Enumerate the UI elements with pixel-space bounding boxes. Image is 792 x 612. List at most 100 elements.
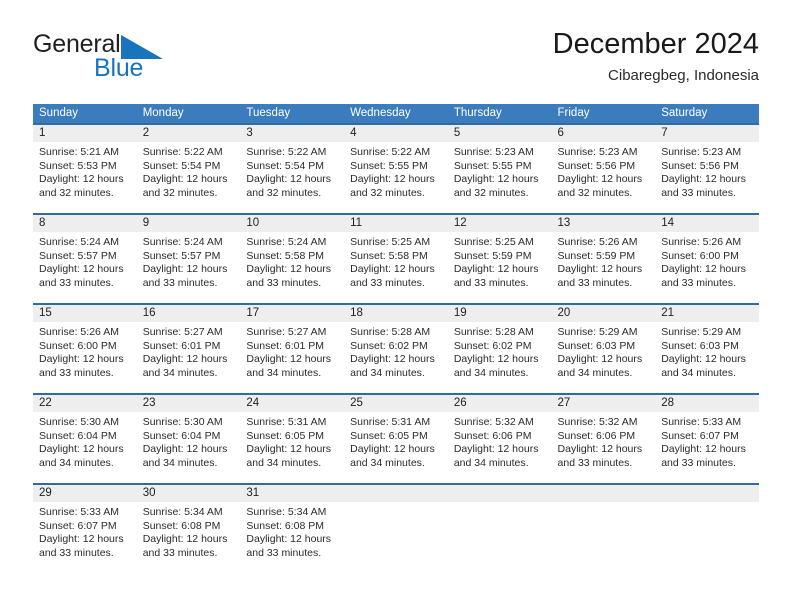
weekday-header-monday: Monday <box>136 104 241 124</box>
day-details: Sunrise: 5:29 AM Sunset: 6:03 PM Daylight:… <box>655 322 759 380</box>
calendar-day-cell[interactable]: 8 Sunrise: 5:24 AM Sunset: 5:57 PM Daylight… <box>33 213 137 304</box>
daylight-duration-line2: and 33 minutes. <box>142 276 218 289</box>
day-number: 19 <box>447 305 552 322</box>
day-details: Sunrise: 5:33 AM Sunset: 6:07 PM Daylight:… <box>33 502 137 560</box>
calendar-day-cell[interactable]: 9 Sunrise: 5:24 AM Sunset: 5:57 PM Daylight… <box>136 213 241 304</box>
day-number: 15 <box>33 305 137 322</box>
daylight-duration-line1: Daylight: 12 hours <box>453 263 539 276</box>
daylight-duration-line2: and 33 minutes. <box>39 366 114 379</box>
daylight-duration-line1: Daylight: 12 hours <box>350 443 435 456</box>
daylight-duration-line1: Daylight: 12 hours <box>246 353 332 366</box>
calendar-day-cell[interactable]: 21 Sunrise: 5:29 AM Sunset: 6:03 PM Dayligh… <box>655 303 759 394</box>
sunrise-time: Sunrise: 5:26 AM <box>39 326 119 338</box>
calendar-day-cell[interactable]: 31 Sunrise: 5:34 AM Sunset: 6:08 PM Dayligh… <box>240 483 345 574</box>
weekday-header-sunday: Sunday <box>33 104 137 124</box>
daylight-duration-line2: and 33 minutes. <box>661 186 736 199</box>
calendar-table: Sunday Monday Tuesday Wednesday Thursday… <box>33 104 759 574</box>
sunset-time: Sunset: 6:04 PM <box>142 429 221 442</box>
calendar-day-cell[interactable]: 18 Sunrise: 5:28 AM Sunset: 6:02 PM Dayligh… <box>344 303 448 394</box>
sunset-time: Sunset: 5:54 PM <box>142 159 221 172</box>
sunrise-time: Sunrise: 5:34 AM <box>246 506 327 518</box>
calendar-day-cell[interactable]: 25 Sunrise: 5:31 AM Sunset: 6:05 PM Dayligh… <box>344 393 448 484</box>
calendar-day-cell[interactable]: 13 Sunrise: 5:26 AM Sunset: 5:59 PM Dayligh… <box>551 213 656 304</box>
day-details: Sunrise: 5:24 AM Sunset: 5:58 PM Daylight:… <box>240 232 344 290</box>
calendar-page: General Blue December 2024 Cibaregbeg, I… <box>0 0 792 612</box>
daylight-duration-line1: Daylight: 12 hours <box>661 263 746 276</box>
calendar-header-row: Sunday Monday Tuesday Wednesday Thursday… <box>33 104 759 124</box>
calendar-day-cell[interactable]: 11 Sunrise: 5:25 AM Sunset: 5:58 PM Dayligh… <box>344 213 448 304</box>
calendar-day-cell[interactable]: 1 Sunrise: 5:21 AM Sunset: 5:53 PM Daylight… <box>33 123 137 214</box>
calendar-day-cell[interactable]: 23 Sunrise: 5:30 AM Sunset: 6:04 PM Dayligh… <box>136 393 241 484</box>
sunrise-time: Sunrise: 5:33 AM <box>39 506 119 518</box>
calendar-day-cell[interactable]: 4 Sunrise: 5:22 AM Sunset: 5:55 PM Daylight… <box>344 123 448 214</box>
day-details: Sunrise: 5:28 AM Sunset: 6:02 PM Daylight:… <box>344 322 448 380</box>
calendar-day-cell[interactable]: 28 Sunrise: 5:33 AM Sunset: 6:07 PM Dayligh… <box>655 393 759 484</box>
day-details: Sunrise: 5:34 AM Sunset: 6:08 PM Daylight:… <box>137 502 241 560</box>
daylight-duration-line1: Daylight: 12 hours <box>557 353 643 366</box>
calendar-day-cell[interactable]: 22 Sunrise: 5:30 AM Sunset: 6:04 PM Dayligh… <box>33 393 137 484</box>
day-details: Sunrise: 5:26 AM Sunset: 6:00 PM Daylight:… <box>655 232 759 290</box>
sunset-time: Sunset: 5:56 PM <box>557 159 636 172</box>
sunrise-time: Sunrise: 5:32 AM <box>453 416 534 428</box>
sunrise-time: Sunrise: 5:24 AM <box>39 236 119 248</box>
calendar-week-row: 15 Sunrise: 5:26 AM Sunset: 6:00 PM Dayligh… <box>33 303 759 394</box>
calendar-day-cell[interactable]: 17 Sunrise: 5:27 AM Sunset: 6:01 PM Dayligh… <box>240 303 345 394</box>
calendar-day-cell[interactable]: 12 Sunrise: 5:25 AM Sunset: 5:59 PM Dayligh… <box>447 213 552 304</box>
daylight-duration-line1: Daylight: 12 hours <box>142 353 228 366</box>
calendar-day-cell[interactable]: 16 Sunrise: 5:27 AM Sunset: 6:01 PM Dayligh… <box>136 303 241 394</box>
daylight-duration-line2: and 33 minutes. <box>39 546 114 559</box>
calendar-day-cell[interactable]: 6 Sunrise: 5:23 AM Sunset: 5:56 PM Daylight… <box>551 123 656 214</box>
calendar-day-cell[interactable]: 10 Sunrise: 5:24 AM Sunset: 5:58 PM Dayligh… <box>240 213 345 304</box>
calendar-day-cell[interactable]: 29 Sunrise: 5:33 AM Sunset: 6:07 PM Dayligh… <box>33 483 137 574</box>
day-number: 25 <box>344 395 448 412</box>
day-number: 24 <box>240 395 345 412</box>
sunset-time: Sunset: 6:00 PM <box>661 249 739 262</box>
day-number: 27 <box>551 395 656 412</box>
sunrise-time: Sunrise: 5:32 AM <box>557 416 638 428</box>
day-details: Sunrise: 5:34 AM Sunset: 6:08 PM Daylight:… <box>240 502 344 560</box>
day-details: Sunrise: 5:27 AM Sunset: 6:01 PM Daylight:… <box>240 322 344 380</box>
day-number: 7 <box>655 125 759 142</box>
sunset-time: Sunset: 5:59 PM <box>453 249 532 262</box>
day-number: 8 <box>33 215 137 232</box>
day-number: 18 <box>344 305 448 322</box>
sunrise-time: Sunrise: 5:25 AM <box>453 236 534 248</box>
day-number: 21 <box>655 305 759 322</box>
calendar-day-cell[interactable]: 24 Sunrise: 5:31 AM Sunset: 6:05 PM Dayligh… <box>240 393 345 484</box>
sunrise-time: Sunrise: 5:22 AM <box>142 146 223 158</box>
calendar-day-cell[interactable]: 2 Sunrise: 5:22 AM Sunset: 5:54 PM Daylight… <box>136 123 241 214</box>
calendar-day-cell[interactable]: 15 Sunrise: 5:26 AM Sunset: 6:00 PM Dayligh… <box>33 303 137 394</box>
calendar-day-cell[interactable]: 3 Sunrise: 5:22 AM Sunset: 5:54 PM Daylight… <box>240 123 345 214</box>
calendar-day-cell[interactable]: 20 Sunrise: 5:29 AM Sunset: 6:03 PM Dayligh… <box>551 303 656 394</box>
general-blue-logo: General Blue <box>33 32 233 88</box>
day-number: 14 <box>655 215 759 232</box>
day-details: Sunrise: 5:33 AM Sunset: 6:07 PM Daylight:… <box>655 412 759 470</box>
sunset-time: Sunset: 6:08 PM <box>246 519 325 532</box>
daylight-duration-line2: and 34 minutes. <box>350 456 425 469</box>
daylight-duration-line2: and 34 minutes. <box>39 456 114 469</box>
calendar-day-cell[interactable]: 5 Sunrise: 5:23 AM Sunset: 5:55 PM Daylight… <box>447 123 552 214</box>
sunrise-time: Sunrise: 5:28 AM <box>350 326 431 338</box>
day-number: 16 <box>136 305 241 322</box>
sunset-time: Sunset: 5:58 PM <box>350 249 428 262</box>
day-number: 2 <box>136 125 241 142</box>
calendar-day-cell[interactable]: 26 Sunrise: 5:32 AM Sunset: 6:06 PM Dayligh… <box>447 393 552 484</box>
calendar-day-cell[interactable]: 30 Sunrise: 5:34 AM Sunset: 6:08 PM Dayligh… <box>136 483 241 574</box>
calendar-day-cell[interactable]: 19 Sunrise: 5:28 AM Sunset: 6:02 PM Dayligh… <box>447 303 552 394</box>
sunrise-time: Sunrise: 5:26 AM <box>661 236 742 248</box>
sunset-time: Sunset: 5:57 PM <box>39 249 117 262</box>
calendar-day-cell[interactable]: 7 Sunrise: 5:23 AM Sunset: 5:56 PM Daylight… <box>655 123 759 214</box>
calendar-day-cell[interactable]: 27 Sunrise: 5:32 AM Sunset: 6:06 PM Dayligh… <box>551 393 656 484</box>
daylight-duration-line1: Daylight: 12 hours <box>142 173 228 186</box>
daylight-duration-line1: Daylight: 12 hours <box>453 353 539 366</box>
sunset-time: Sunset: 6:06 PM <box>453 429 532 442</box>
daylight-duration-line1: Daylight: 12 hours <box>453 173 539 186</box>
day-details: Sunrise: 5:32 AM Sunset: 6:06 PM Daylight:… <box>448 412 552 470</box>
sunset-time: Sunset: 5:58 PM <box>246 249 325 262</box>
sunset-time: Sunset: 6:02 PM <box>350 339 428 352</box>
calendar-day-cell-empty <box>655 483 759 574</box>
calendar-day-cell[interactable]: 14 Sunrise: 5:26 AM Sunset: 6:00 PM Dayligh… <box>655 213 759 304</box>
day-number <box>344 485 448 502</box>
sunset-time: Sunset: 5:55 PM <box>350 159 428 172</box>
day-details: Sunrise: 5:28 AM Sunset: 6:02 PM Daylight:… <box>448 322 552 380</box>
